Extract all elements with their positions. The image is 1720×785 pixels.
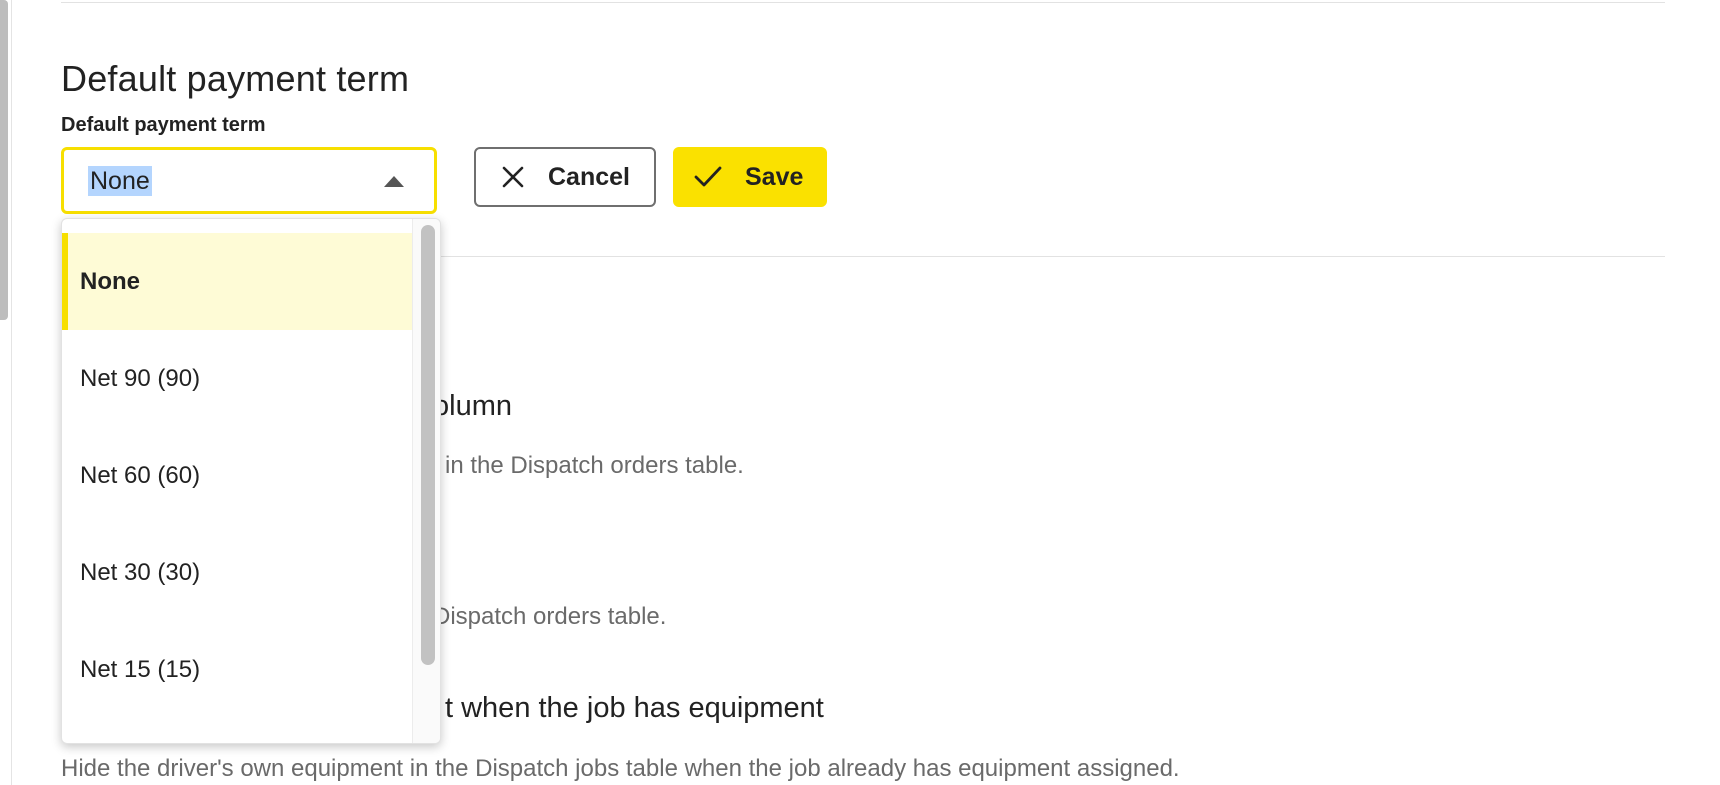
- option-net-30[interactable]: Net 30 (30): [62, 524, 412, 621]
- payment-term-select[interactable]: None: [61, 147, 437, 214]
- page-scrollbar-thumb[interactable]: [0, 0, 8, 320]
- equipment-setting-description: Hide the driver's own equipment in the D…: [61, 755, 1180, 782]
- check-icon: [694, 166, 722, 187]
- save-button[interactable]: Save: [673, 147, 827, 207]
- column-setting-heading: olumn: [433, 390, 512, 422]
- option-net-90[interactable]: Net 90 (90): [62, 330, 412, 427]
- dropdown-scrollbar-divider: [412, 219, 413, 743]
- option-none[interactable]: None: [62, 233, 412, 330]
- select-current-value: None: [88, 165, 152, 196]
- equipment-setting-heading: t when the job has equipment: [445, 692, 824, 724]
- dropdown-scrollbar-thumb[interactable]: [421, 225, 435, 665]
- column-setting-description: in the Dispatch orders table.: [445, 452, 744, 479]
- option-list: None Net 90 (90) Net 60 (60) Net 30 (30)…: [62, 233, 412, 718]
- close-icon: [502, 166, 524, 188]
- caret-up-icon: [384, 176, 404, 187]
- save-button-label: Save: [745, 162, 804, 191]
- option-net-15[interactable]: Net 15 (15): [62, 621, 412, 718]
- option-net-60[interactable]: Net 60 (60): [62, 427, 412, 524]
- cancel-button-label: Cancel: [548, 162, 630, 191]
- field-label: Default payment term: [61, 114, 266, 136]
- section-divider-top: [61, 2, 1665, 3]
- gutter-divider: [11, 0, 12, 785]
- cancel-button[interactable]: Cancel: [474, 147, 656, 207]
- second-setting-description: Dispatch orders table.: [433, 603, 667, 630]
- payment-term-dropdown: None Net 90 (90) Net 60 (60) Net 30 (30)…: [61, 218, 441, 744]
- section-title: Default payment term: [61, 58, 410, 99]
- settings-page: Default payment term Default payment ter…: [0, 0, 1720, 785]
